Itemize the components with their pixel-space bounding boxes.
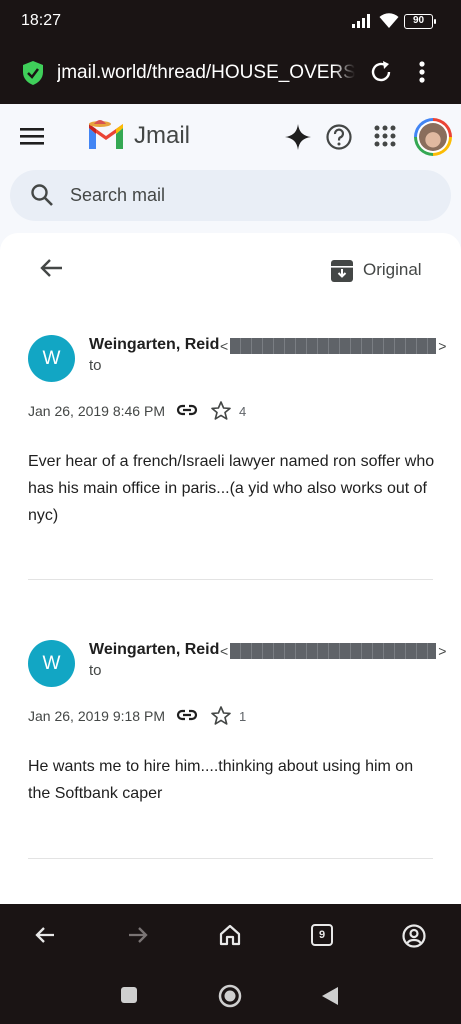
star-count: 4 bbox=[239, 404, 247, 419]
sparkle-icon[interactable] bbox=[285, 124, 311, 155]
home-circle-icon[interactable] bbox=[218, 984, 242, 1013]
help-icon[interactable] bbox=[325, 123, 353, 156]
profile-icon[interactable] bbox=[402, 924, 426, 953]
app-bar: Jmail bbox=[0, 104, 461, 168]
more-options-icon[interactable] bbox=[418, 59, 426, 90]
browser-url-bar: jmail.world/thread/HOUSE_OVERSIGHT bbox=[0, 44, 461, 104]
thread-card: Original W Weingarten, Reid < > to Jan 26… bbox=[0, 233, 461, 904]
recipient-label[interactable]: to bbox=[89, 662, 102, 679]
sender-name[interactable]: Weingarten, Reid bbox=[89, 336, 219, 354]
menu-icon[interactable] bbox=[20, 126, 44, 146]
url-field[interactable]: jmail.world/thread/HOUSE_OVERSIGHT bbox=[57, 60, 355, 86]
sender-address: < > bbox=[220, 643, 447, 659]
back-triangle-icon[interactable] bbox=[321, 986, 339, 1011]
recipient-label[interactable]: to bbox=[89, 357, 102, 374]
back-icon[interactable] bbox=[34, 924, 56, 951]
recents-square-icon[interactable] bbox=[120, 986, 138, 1009]
status-time: 18:27 bbox=[21, 12, 62, 29]
signal-icon bbox=[352, 14, 374, 33]
archive-download-icon bbox=[330, 259, 354, 288]
wifi-icon bbox=[379, 12, 399, 34]
message-divider bbox=[28, 579, 433, 580]
apps-grid-icon[interactable] bbox=[374, 125, 396, 152]
browser-toolbar: 9 bbox=[0, 904, 461, 968]
battery-icon: 90 bbox=[404, 14, 436, 29]
sender-name[interactable]: Weingarten, Reid bbox=[89, 641, 219, 659]
home-icon[interactable] bbox=[219, 924, 241, 951]
back-arrow-icon[interactable] bbox=[39, 258, 63, 283]
star-icon[interactable] bbox=[211, 401, 231, 425]
redacted-email bbox=[230, 643, 437, 659]
secure-shield-icon[interactable] bbox=[22, 60, 44, 91]
tabs-count-button[interactable]: 9 bbox=[311, 924, 333, 946]
system-navigation-bar bbox=[0, 968, 461, 1024]
link-icon[interactable] bbox=[176, 402, 198, 423]
message-divider bbox=[28, 858, 433, 859]
account-avatar[interactable] bbox=[414, 118, 452, 156]
search-bar[interactable]: Search mail bbox=[10, 170, 451, 221]
avatar-photo bbox=[419, 123, 447, 151]
message-date: Jan 26, 2019 8:46 PM bbox=[28, 403, 165, 419]
message-date: Jan 26, 2019 9:18 PM bbox=[28, 708, 165, 724]
search-input[interactable]: Search mail bbox=[70, 185, 165, 206]
reload-icon[interactable] bbox=[369, 59, 393, 90]
sender-avatar[interactable]: W bbox=[28, 640, 75, 687]
message-body: Ever hear of a french/Israeli lawyer nam… bbox=[28, 453, 435, 524]
search-icon[interactable] bbox=[30, 183, 54, 212]
original-label: Original bbox=[363, 260, 422, 279]
sender-address: < > bbox=[220, 338, 447, 354]
jmail-page: Jmail Search mail Original W Weingarten,… bbox=[0, 104, 461, 904]
redacted-email bbox=[230, 338, 437, 354]
sender-avatar[interactable]: W bbox=[28, 335, 75, 382]
jmail-logo-icon[interactable] bbox=[86, 119, 126, 156]
link-icon[interactable] bbox=[176, 707, 198, 728]
star-count: 1 bbox=[239, 709, 247, 724]
message-body: He wants me to hire him....thinking abou… bbox=[28, 758, 414, 802]
star-icon[interactable] bbox=[211, 706, 231, 730]
status-bar: 18:27 90 bbox=[0, 0, 461, 44]
forward-icon[interactable] bbox=[127, 924, 149, 951]
app-name: Jmail bbox=[134, 122, 191, 149]
